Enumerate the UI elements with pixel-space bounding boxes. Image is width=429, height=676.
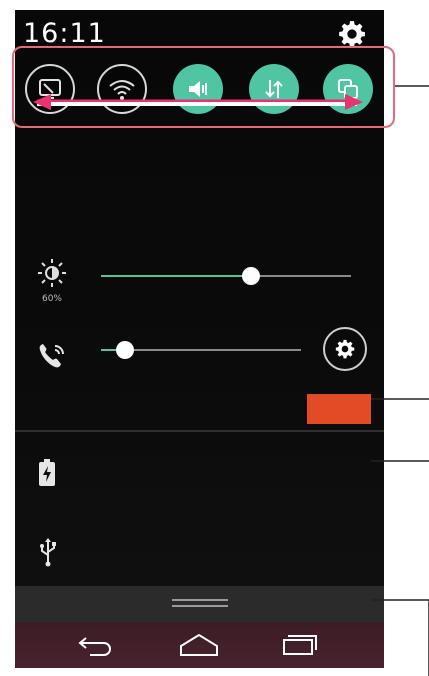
slider-fill xyxy=(101,275,251,277)
usb-icon xyxy=(40,538,56,567)
home-icon xyxy=(180,633,218,656)
brightness-percent: 60% xyxy=(41,294,62,304)
drag-handle-icon[interactable] xyxy=(172,598,228,608)
slider-thumb[interactable] xyxy=(242,267,260,285)
brightness-icon xyxy=(38,259,66,287)
recents-icon xyxy=(283,635,317,655)
ringtone-icon xyxy=(39,344,64,368)
divider xyxy=(15,430,384,432)
slider-thumb[interactable] xyxy=(116,341,134,359)
recents-button[interactable] xyxy=(277,629,323,661)
back-button[interactable] xyxy=(73,629,119,661)
navigation-bar xyxy=(15,622,384,668)
gear-icon[interactable] xyxy=(338,20,366,48)
brightness-slider[interactable] xyxy=(101,264,351,288)
gear-icon xyxy=(335,339,355,359)
volume-settings-button[interactable] xyxy=(323,327,367,371)
home-button[interactable] xyxy=(176,629,222,661)
battery-icon xyxy=(39,459,55,486)
back-icon xyxy=(78,637,111,656)
panel-drag-bar[interactable] xyxy=(15,586,384,622)
volume-slider[interactable] xyxy=(101,338,301,362)
clock: 16:11 xyxy=(23,18,106,49)
clear-notifications-button[interactable] xyxy=(307,394,371,424)
quick-settings-callout xyxy=(12,46,395,128)
